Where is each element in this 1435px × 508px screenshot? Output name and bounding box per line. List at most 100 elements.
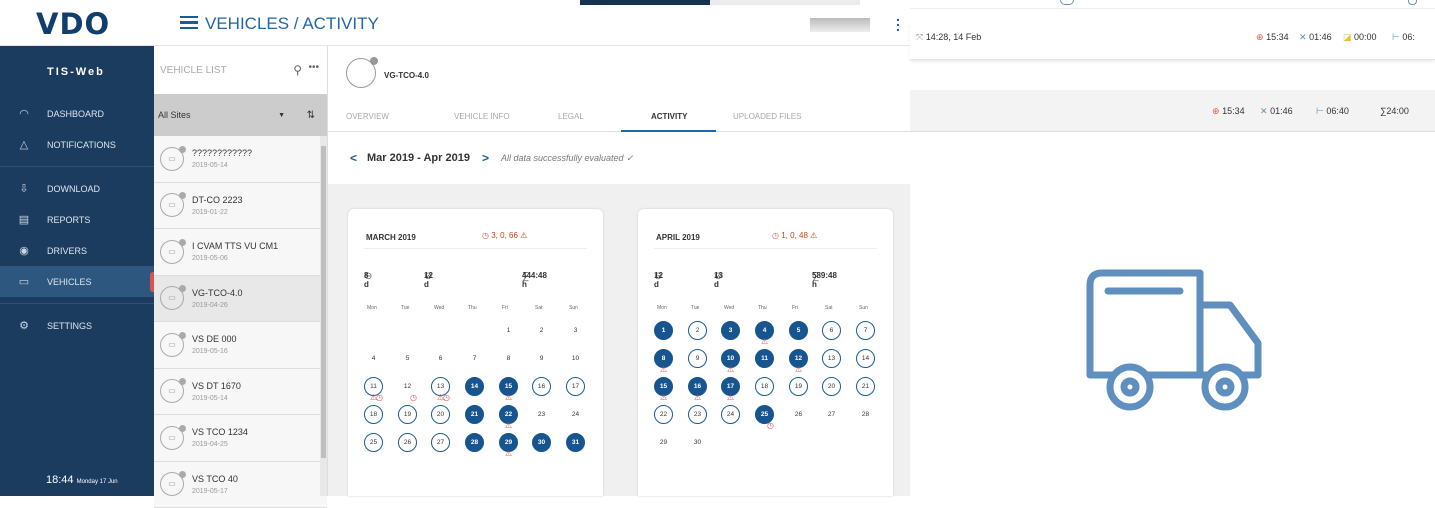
warning-icon: ⚠ <box>520 231 527 240</box>
scrollbar[interactable] <box>320 136 327 496</box>
warning-icon: ⚠ <box>694 394 701 402</box>
vehicle-list-item[interactable]: ▭ VS DT 1670 2019-05-14 <box>154 369 327 416</box>
tab-activity[interactable]: ACTIVITY <box>651 112 687 121</box>
tab-legal[interactable]: LEGAL <box>558 112 584 121</box>
vehicle-list-item[interactable]: ▭ VG-TCO-4.0 2019-04-26 <box>154 276 327 323</box>
site-select[interactable]: All Sites ▼ ⇅ <box>154 94 327 136</box>
sidebar-item-drivers[interactable]: ◉DRIVERS <box>0 235 154 266</box>
vehicle-list-item[interactable]: ▭ DT-CO 2223 2019-01-22 <box>154 183 327 230</box>
calendar-day[interactable]: 6 <box>431 349 450 368</box>
sidebar-item-settings[interactable]: ⚙SETTINGS <box>0 310 154 341</box>
calendar-day[interactable]: 21 <box>856 377 875 396</box>
vehicle-date: 2019-05-17 <box>192 488 238 495</box>
sort-icon[interactable]: ⇅ <box>307 110 315 121</box>
menu-icon[interactable] <box>180 16 198 29</box>
calendar-day[interactable]: 30 <box>688 433 707 452</box>
calendar-day[interactable]: 9 <box>532 349 551 368</box>
calendar-day[interactable]: 20 <box>431 405 450 424</box>
calendar-day[interactable]: 7 <box>465 349 484 368</box>
calendar-day[interactable]: 8 <box>499 349 518 368</box>
vehicle-list-item[interactable]: ▭ VS DE 000 2019-05-16 <box>154 322 327 369</box>
calendar-day[interactable]: 11 <box>755 349 774 368</box>
calendar-day[interactable]: 3 <box>566 321 585 340</box>
vehicle-name: VS DT 1670 <box>192 381 241 391</box>
clock-icon: ◷ <box>482 231 489 240</box>
calendar-day[interactable]: 20 <box>822 377 841 396</box>
calendar-day[interactable]: 29 <box>654 433 673 452</box>
search-icon[interactable]: ⚲ <box>293 63 302 77</box>
calendar-day[interactable]: 2 <box>532 321 551 340</box>
calendar-day[interactable]: 22 <box>654 405 673 424</box>
sidebar-item-notifications[interactable]: △NOTIFICATIONS <box>0 129 154 160</box>
calendar-day[interactable]: 30 <box>532 433 551 452</box>
calendar-day[interactable]: 6 <box>822 321 841 340</box>
period-bar: < Mar 2019 - Apr 2019 > All data success… <box>328 132 910 184</box>
calendar-day[interactable]: 26 <box>398 433 417 452</box>
calendar-day[interactable]: 18 <box>755 377 774 396</box>
calendar-day[interactable]: 10 <box>566 349 585 368</box>
more-vert-icon[interactable]: ... <box>896 14 900 29</box>
calendar-day[interactable]: 27 <box>822 405 841 424</box>
evaluation-status: All data successfully evaluated ✓ <box>501 153 634 164</box>
tab-vehicle-info[interactable]: VEHICLE INFO <box>454 112 510 121</box>
chevron-down-icon: ▼ <box>278 112 285 119</box>
timeline-total-row: ⊕ 15:34 ✕ 01:46 ⊢ 06:40 ∑24:00 <box>910 90 1435 132</box>
scrollbar-thumb[interactable] <box>321 146 326 458</box>
calendar-day[interactable]: 1 <box>499 321 518 340</box>
sidebar-item-dashboard[interactable]: ◠DASHBOARD <box>0 98 154 129</box>
calendar-day[interactable]: 21 <box>465 405 484 424</box>
rest-total: ⊢ 06:40 <box>1316 106 1349 117</box>
weekday-label: Mon <box>657 305 667 311</box>
calendar-day[interactable]: 24 <box>566 405 585 424</box>
calendar-day[interactable]: 28 <box>465 433 484 452</box>
vehicle-list-item[interactable]: ▭ VS TCO 40 2019-05-17 <box>154 462 327 508</box>
calendar-day[interactable]: 18 <box>364 405 383 424</box>
tab-uploaded-files[interactable]: UPLOADED FILES <box>733 112 801 121</box>
calendar-day[interactable]: 9 <box>688 349 707 368</box>
calendar-day[interactable]: 31 <box>566 433 585 452</box>
vehicle-name: VG-TCO-4.0 <box>192 288 243 298</box>
calendar-day[interactable]: 23 <box>688 405 707 424</box>
vehicle-search[interactable]: VEHICLE LIST ⚲ ••• <box>154 46 327 94</box>
calendar-day[interactable]: 5 <box>398 349 417 368</box>
bed-icon: ⊢ <box>1316 106 1324 116</box>
calendar-day[interactable]: 27 <box>431 433 450 452</box>
calendar-day[interactable]: 13 <box>822 349 841 368</box>
main-content: VG-TCO-4.0 OVERVIEW VEHICLE INFO LEGAL A… <box>328 46 910 496</box>
drive-total: ⊕ 15:34 <box>1212 106 1245 117</box>
month-title: MARCH 2019 <box>366 233 416 242</box>
calendar-day[interactable]: 16 <box>532 377 551 396</box>
calendar-day[interactable]: 7 <box>856 321 875 340</box>
calendar-day[interactable]: 19 <box>398 405 417 424</box>
warning-icon: ⚠ <box>505 450 512 458</box>
vehicle-list-item[interactable]: ▭ I CVAM TTS VU CM1 2019-05-06 <box>154 229 327 276</box>
tools-icon: ✕ <box>1299 32 1307 42</box>
calendar-day[interactable]: 14 <box>856 349 875 368</box>
vehicle-list-item[interactable]: ▭ VS TCO 1234 2019-04-25 <box>154 415 327 462</box>
month-counts: ◷ 3, 0, 66 ⚠ <box>482 231 527 240</box>
calendar-day[interactable]: 3 <box>721 321 740 340</box>
calendar-day[interactable]: 2 <box>688 321 707 340</box>
calendar-day[interactable]: 28 <box>856 405 875 424</box>
prev-period-button[interactable]: < <box>350 151 357 165</box>
calendar-day[interactable]: 1 <box>654 321 673 340</box>
sidebar-item-vehicles[interactable]: ▭VEHICLES <box>0 266 154 297</box>
calendar-day[interactable]: 24 <box>721 405 740 424</box>
sum-total: ∑24:00 <box>1380 106 1409 116</box>
vehicle-list-item[interactable]: ▭ ???????????? 2019-05-14 <box>154 136 327 183</box>
calendar-day[interactable]: 5 <box>789 321 808 340</box>
calendar-day[interactable]: 26 <box>789 405 808 424</box>
calendar-day[interactable]: 14 <box>465 377 484 396</box>
next-period-button[interactable]: > <box>482 151 489 165</box>
calendar-day[interactable]: 19 <box>789 377 808 396</box>
calendar-day[interactable]: 4 <box>364 349 383 368</box>
user-avatar[interactable] <box>810 18 870 32</box>
calendar-day[interactable]: 25 <box>364 433 383 452</box>
sidebar-item-reports[interactable]: ▤REPORTS <box>0 204 154 235</box>
calendar-day[interactable]: 17 <box>566 377 585 396</box>
tab-overview[interactable]: OVERVIEW <box>346 112 389 121</box>
vehicle-name: VS DE 000 <box>192 334 237 344</box>
sidebar-item-download[interactable]: ⇩DOWNLOAD <box>0 173 154 204</box>
calendar-day[interactable]: 23 <box>532 405 551 424</box>
more-icon[interactable]: ••• <box>308 62 319 73</box>
